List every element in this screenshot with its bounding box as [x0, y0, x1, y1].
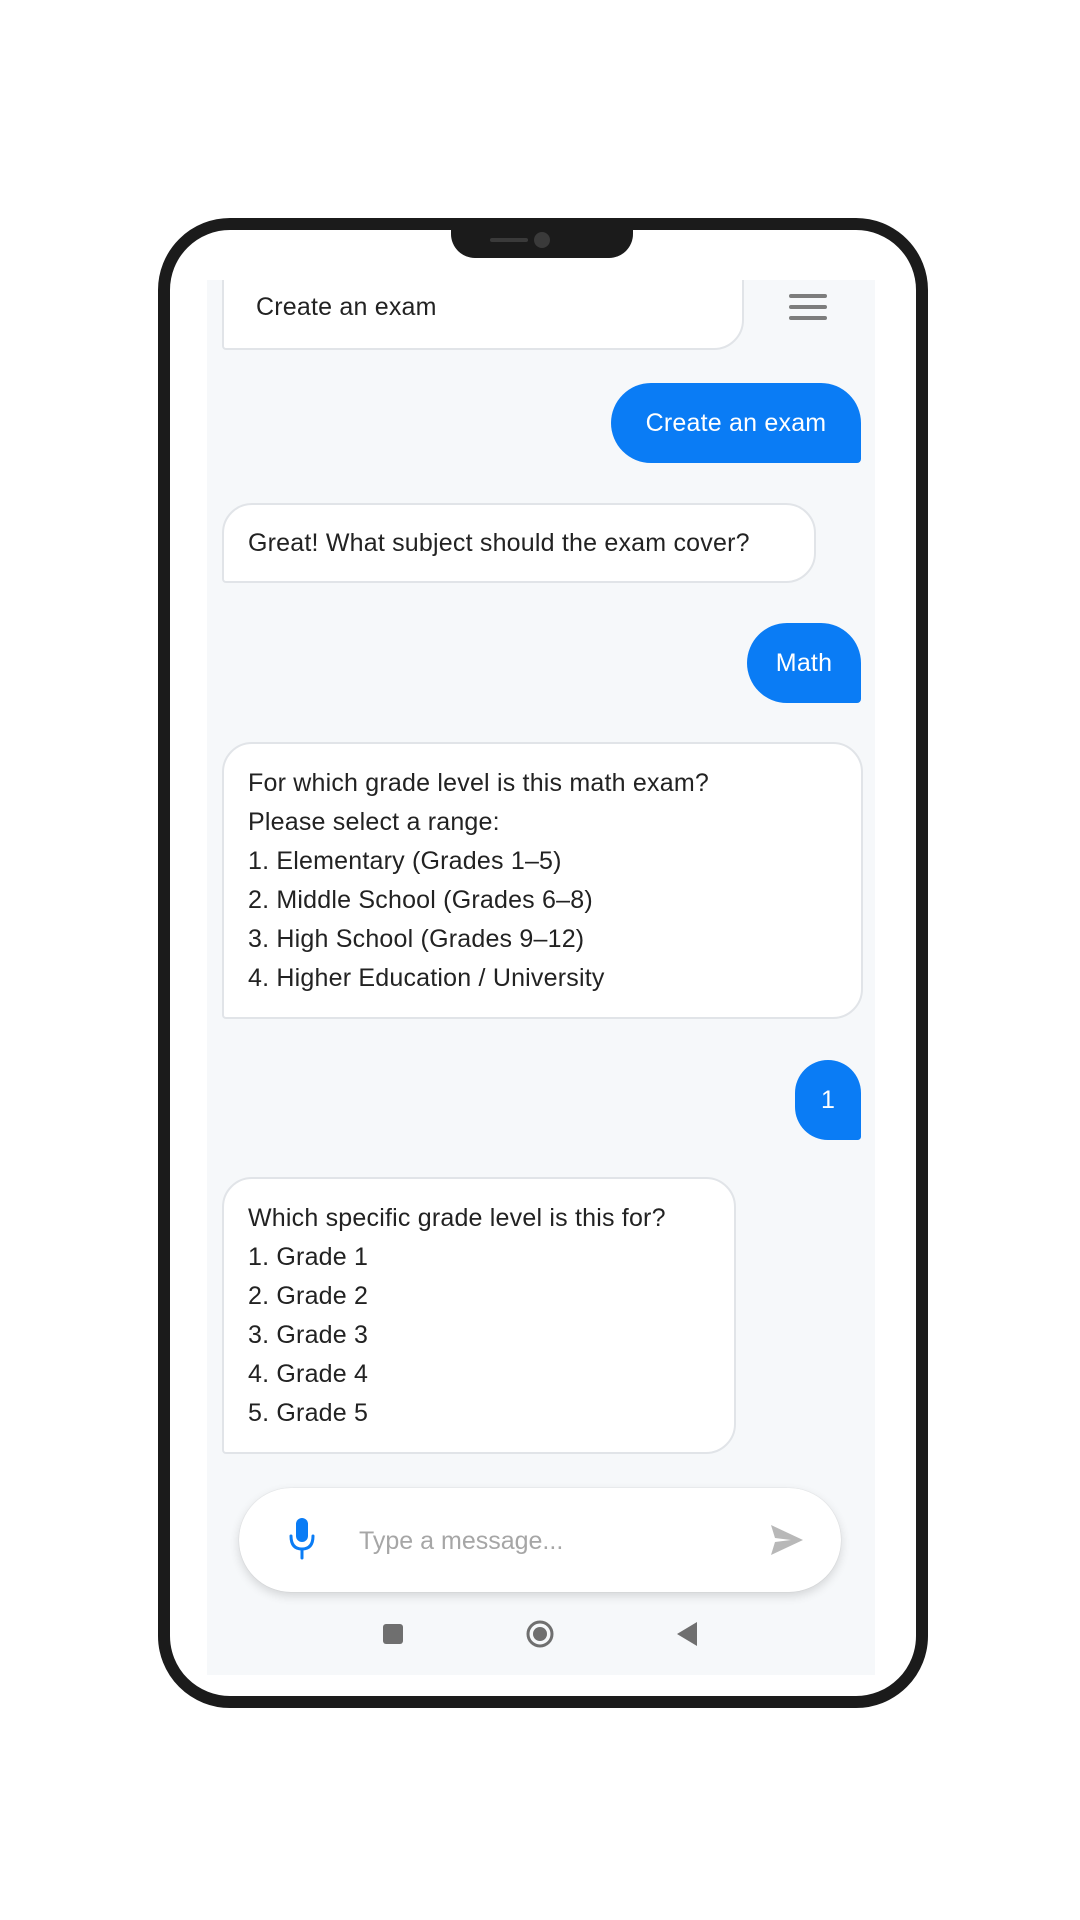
hamburger-menu-icon: [789, 294, 827, 298]
message-line: Which specific grade level is this for?: [248, 1204, 666, 1232]
earpiece-speaker: [490, 238, 528, 242]
microphone-icon[interactable]: [287, 1516, 317, 1562]
bot-message: Create an exam: [222, 280, 744, 350]
message-line: Great! What subject should the exam cove…: [248, 529, 750, 557]
message-line: For which grade level is this math exam?: [248, 769, 709, 797]
bot-message: Which specific grade level is this for? …: [222, 1177, 736, 1454]
system-navigation-bar: [207, 1598, 875, 1670]
message-input[interactable]: [357, 1512, 751, 1570]
message-line: 4. Higher Education / University: [248, 964, 605, 992]
user-message: Create an exam: [611, 383, 861, 463]
user-message: 1: [795, 1060, 861, 1140]
front-camera: [534, 232, 550, 248]
message-line: 3. High School (Grades 9–12): [248, 925, 585, 953]
circle-home-icon[interactable]: [525, 1619, 555, 1649]
message-line: 2. Middle School (Grades 6–8): [248, 886, 593, 914]
message-line: 4. Grade 4: [248, 1360, 369, 1388]
message-text: Math: [775, 649, 833, 677]
message-line: 3. Grade 3: [248, 1321, 369, 1349]
menu-button[interactable]: [785, 288, 831, 328]
hamburger-menu-icon-bar: [789, 305, 827, 309]
message-line: 1. Grade 1: [248, 1243, 369, 1271]
bot-message: For which grade level is this math exam?…: [222, 742, 863, 1019]
message-line: 2. Grade 2: [248, 1282, 369, 1310]
square-icon[interactable]: [383, 1624, 403, 1644]
message-composer: [239, 1488, 841, 1592]
message-line: 1. Elementary (Grades 1–5): [248, 847, 562, 875]
message-line: Please select a range:: [248, 808, 500, 836]
triangle-back-icon[interactable]: [675, 1621, 699, 1647]
message-line: Create an exam: [256, 293, 437, 321]
message-text: Create an exam: [645, 409, 827, 437]
message-line: 5. Grade 5: [248, 1399, 369, 1427]
send-icon[interactable]: [769, 1522, 805, 1558]
user-message: Math: [747, 623, 861, 703]
message-text: 1: [820, 1086, 836, 1114]
chat-screen: Create an exam Create an exam Great! Wha…: [207, 280, 875, 1675]
bot-message: Great! What subject should the exam cove…: [222, 503, 816, 583]
hamburger-menu-icon-bar: [789, 316, 827, 320]
